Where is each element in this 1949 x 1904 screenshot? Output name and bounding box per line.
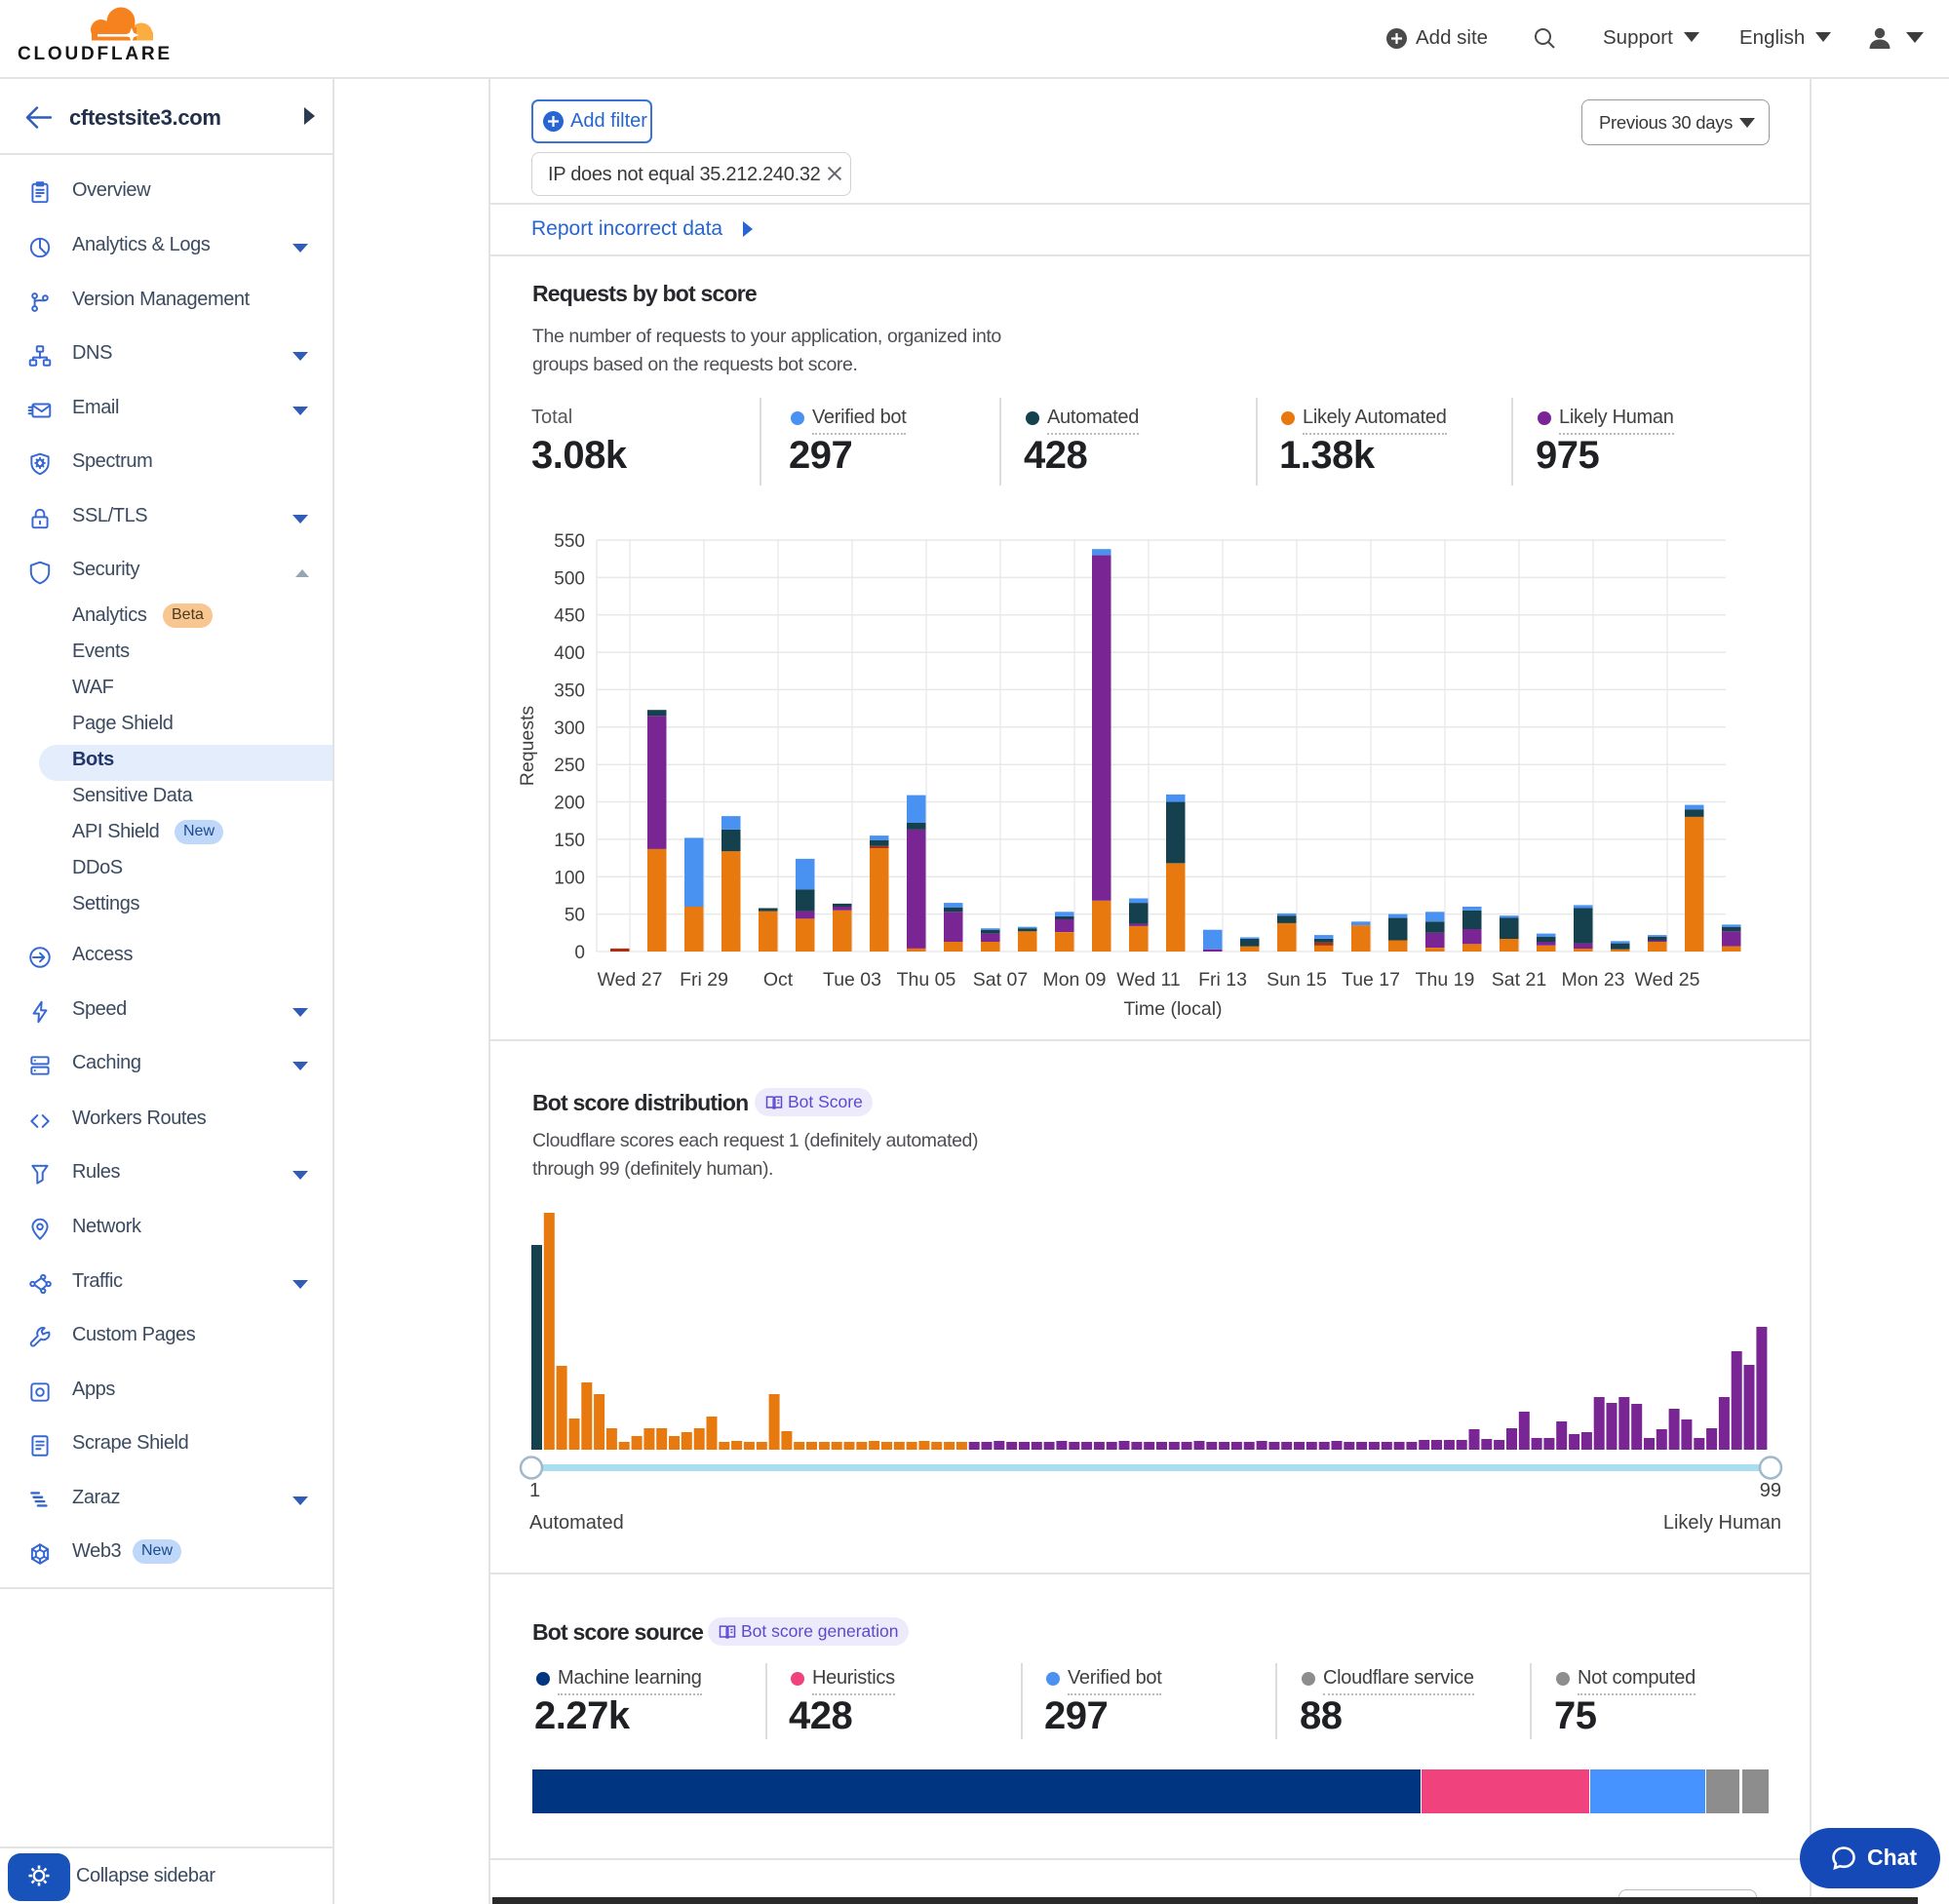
svg-text:Sun 15: Sun 15 [1267,969,1327,991]
svg-text:450: 450 [554,606,585,627]
svg-text:Automated: Automated [529,1512,624,1534]
svg-text:500: 500 [554,568,585,589]
svg-text:Tue 17: Tue 17 [1342,969,1400,991]
svg-text:Oct: Oct [763,969,794,991]
svg-text:Time (local): Time (local) [1123,998,1222,1020]
svg-text:550: 550 [554,531,585,552]
svg-text:Fri 29: Fri 29 [680,969,728,991]
svg-text:99: 99 [1760,1480,1781,1501]
svg-text:Requests: Requests [517,706,538,787]
svg-text:50: 50 [565,906,585,926]
svg-text:Mon 09: Mon 09 [1042,969,1106,991]
svg-text:100: 100 [554,868,585,888]
svg-text:0: 0 [574,943,585,963]
svg-text:400: 400 [554,643,585,664]
svg-text:Sat 21: Sat 21 [1492,969,1546,991]
svg-text:Wed 27: Wed 27 [598,969,663,991]
svg-text:Wed 11: Wed 11 [1116,969,1180,991]
svg-text:Thu 05: Thu 05 [897,969,956,991]
svg-text:350: 350 [554,680,585,701]
svg-text:200: 200 [554,794,585,814]
svg-text:Thu 19: Thu 19 [1416,969,1475,991]
svg-text:150: 150 [554,831,585,851]
svg-text:1: 1 [529,1480,540,1501]
svg-text:250: 250 [554,756,585,776]
svg-text:Mon 23: Mon 23 [1561,969,1624,991]
svg-text:Likely Human: Likely Human [1663,1512,1781,1534]
svg-text:Sat 07: Sat 07 [973,969,1028,991]
svg-text:300: 300 [554,719,585,739]
svg-text:Tue 03: Tue 03 [823,969,881,991]
svg-text:Fri 13: Fri 13 [1198,969,1247,991]
svg-text:Wed 25: Wed 25 [1635,969,1700,991]
